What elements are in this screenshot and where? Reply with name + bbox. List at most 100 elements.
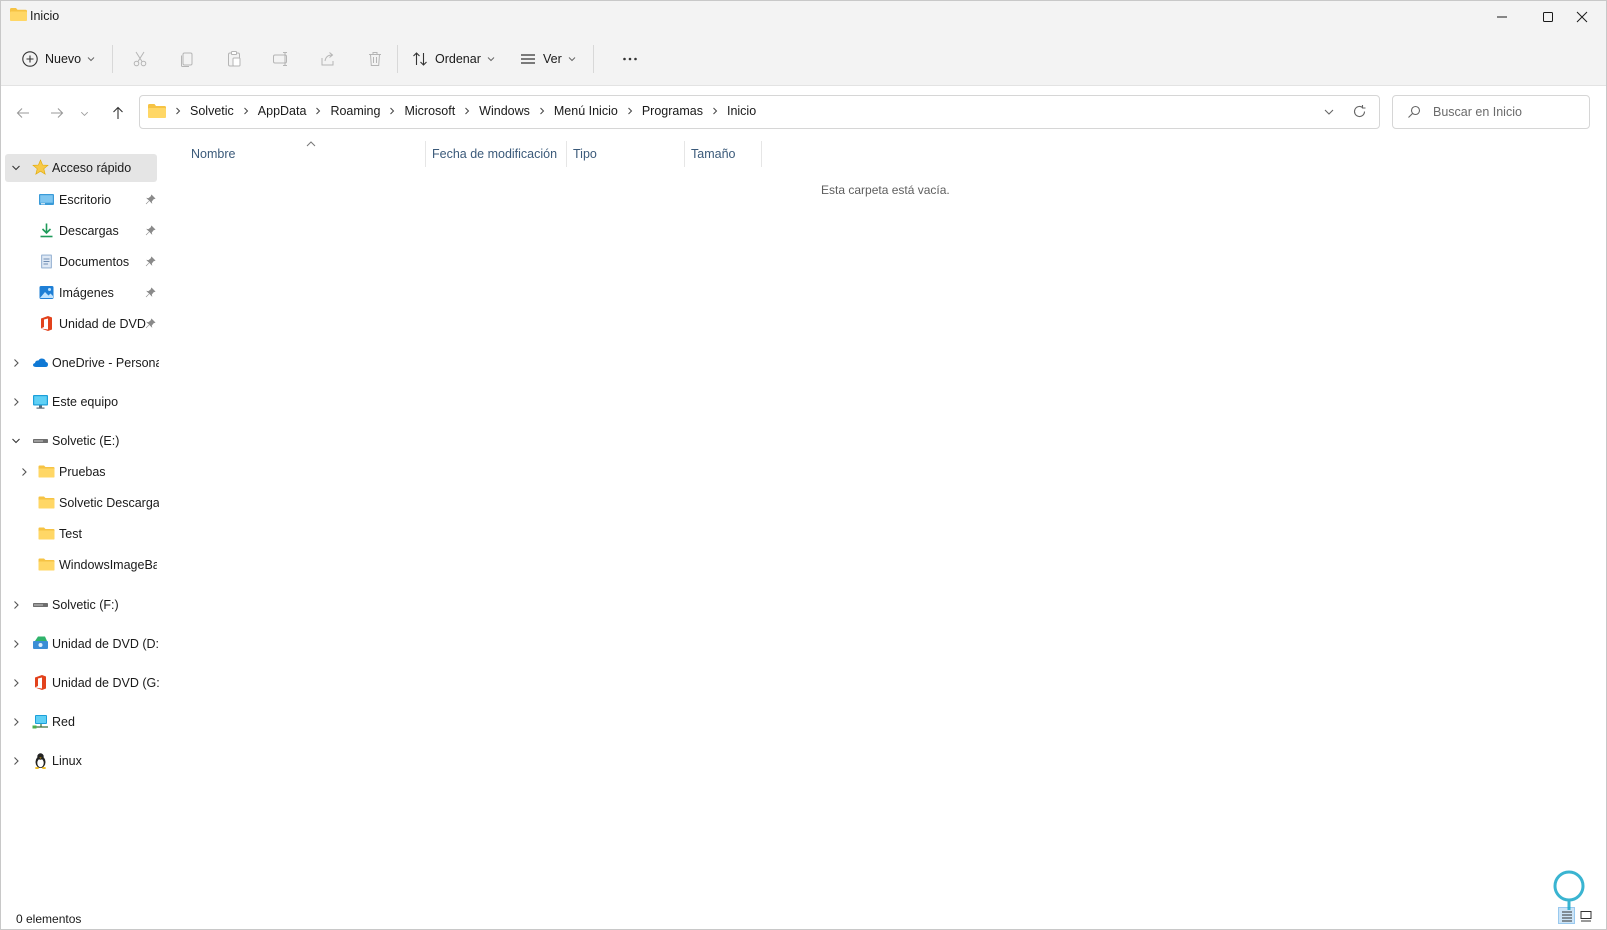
breadcrumb-item[interactable]: Windows <box>475 104 534 118</box>
nav-drive-e[interactable]: Solvetic (E:) <box>5 427 157 455</box>
back-button[interactable] <box>11 101 35 125</box>
nav-folder-pruebas[interactable]: Pruebas <box>5 458 157 486</box>
close-icon <box>1576 11 1588 23</box>
chevron-down-icon[interactable] <box>11 436 21 446</box>
chevron-down-icon <box>487 57 495 62</box>
pin-icon[interactable] <box>145 194 156 205</box>
column-divider[interactable] <box>761 141 762 167</box>
chevron-right-icon[interactable] <box>11 678 21 688</box>
paste-icon <box>228 51 241 67</box>
chevron-right-icon[interactable] <box>19 467 29 477</box>
column-header-name[interactable]: Nombre <box>185 141 425 167</box>
cut-icon <box>133 51 147 67</box>
pin-icon[interactable] <box>145 225 156 236</box>
chevron-right-icon[interactable] <box>11 756 21 766</box>
address-bar[interactable]: Solvetic AppData Roaming Microsoft Windo… <box>139 95 1380 129</box>
chevron-down-icon <box>568 57 576 62</box>
share-button[interactable] <box>317 48 339 70</box>
column-header-type[interactable]: Tipo <box>567 141 684 167</box>
folder-icon <box>38 465 55 478</box>
nav-folder-solvetic-descargas[interactable]: Solvetic Descargas <box>5 489 159 517</box>
refresh-icon[interactable] <box>1352 104 1367 119</box>
nav-network[interactable]: Red <box>5 708 157 736</box>
command-bar: Nuevo Ordenar Ver <box>1 33 1606 86</box>
breadcrumb-item[interactable]: Menú Inicio <box>550 104 622 118</box>
rename-button[interactable] <box>270 48 292 70</box>
arrow-right-icon <box>51 108 64 118</box>
column-header-size[interactable]: Tamaño <box>685 141 761 167</box>
nav-folder-windowsimagebackup[interactable]: WindowsImageBackup <box>5 551 157 579</box>
breadcrumb-item[interactable]: Programas <box>638 104 707 118</box>
minimize-button[interactable] <box>1479 1 1525 33</box>
nav-dvd-d[interactable]: Unidad de DVD (D:) <box>5 630 159 658</box>
nav-folder-test[interactable]: Test <box>5 520 157 548</box>
chevron-right-icon <box>627 107 633 115</box>
nav-onedrive[interactable]: OneDrive - Personal <box>5 349 159 377</box>
chevron-down-icon[interactable] <box>1323 106 1335 118</box>
pin-icon[interactable] <box>145 256 156 267</box>
nav-this-pc[interactable]: Este equipo <box>5 388 157 416</box>
nav-linux[interactable]: Linux <box>5 747 157 775</box>
chevron-right-icon <box>465 107 470 115</box>
breadcrumb-item[interactable]: Microsoft <box>400 104 459 118</box>
cut-button[interactable] <box>129 48 151 70</box>
nav-desktop[interactable]: Escritorio <box>5 186 157 214</box>
breadcrumb-item[interactable]: AppData <box>254 104 311 118</box>
nav-label: Unidad de DVD (G:) <box>52 676 159 690</box>
sort-button[interactable]: Ordenar <box>411 45 495 73</box>
toolbar-divider <box>112 45 113 73</box>
pin-icon[interactable] <box>145 287 156 298</box>
chevron-right-icon[interactable] <box>11 358 21 368</box>
nav-label: Solvetic Descargas <box>59 496 159 510</box>
navigation-pane: Acceso rápido Escritorio Descargas Docum… <box>1 141 159 881</box>
nav-label: OneDrive - Personal <box>52 356 159 370</box>
dvd-drive-icon <box>33 636 48 649</box>
chevron-right-icon[interactable] <box>11 717 21 727</box>
arrow-up-icon <box>113 106 123 119</box>
sort-icon <box>413 52 427 66</box>
view-list-icon <box>521 54 535 64</box>
chevron-right-icon <box>316 107 321 115</box>
nav-label: Solvetic (F:) <box>52 598 119 612</box>
copy-button[interactable] <box>176 48 198 70</box>
chevron-right-icon[interactable] <box>11 639 21 649</box>
sort-label: Ordenar <box>435 52 481 66</box>
nav-downloads[interactable]: Descargas <box>5 217 157 245</box>
nav-quick-access[interactable]: Acceso rápido <box>5 154 157 182</box>
up-button[interactable] <box>106 101 130 125</box>
title-bar: Inicio <box>1 1 1606 33</box>
breadcrumb-item[interactable]: Solvetic <box>186 104 238 118</box>
paste-button[interactable] <box>223 48 245 70</box>
nav-label: Imágenes <box>59 286 114 300</box>
chevron-right-icon[interactable] <box>11 600 21 610</box>
nav-dvd-quick[interactable]: Unidad de DVD <box>5 310 157 338</box>
new-button[interactable]: Nuevo <box>21 45 95 73</box>
window-title: Inicio <box>30 9 60 23</box>
office-dvd-icon <box>35 675 46 690</box>
pin-icon[interactable] <box>145 318 156 329</box>
column-header-row: Nombre Fecha de modificación Tipo Tamaño <box>185 141 785 167</box>
chevron-right-icon[interactable] <box>11 397 21 407</box>
toolbar-divider <box>593 45 594 73</box>
delete-button[interactable] <box>364 48 386 70</box>
close-button[interactable] <box>1559 1 1605 33</box>
nav-label: Solvetic (E:) <box>52 434 120 448</box>
search-box[interactable]: Buscar en Inicio <box>1392 95 1590 129</box>
more-options-button[interactable] <box>619 48 641 70</box>
nav-drive-f[interactable]: Solvetic (F:) <box>5 591 157 619</box>
nav-pictures[interactable]: Imágenes <box>5 279 157 307</box>
forward-button[interactable] <box>45 101 69 125</box>
documents-icon <box>41 254 52 269</box>
nav-documents[interactable]: Documentos <box>5 248 157 276</box>
add-circle-icon <box>22 51 38 67</box>
view-button[interactable]: Ver <box>519 45 576 73</box>
nav-dvd-g[interactable]: Unidad de DVD (G:) <box>5 669 159 697</box>
breadcrumb-item[interactable]: Roaming <box>326 104 384 118</box>
column-header-modified[interactable]: Fecha de modificación <box>426 141 566 167</box>
recent-locations-button[interactable] <box>77 101 91 125</box>
network-icon <box>32 715 48 729</box>
toolbar-divider <box>397 45 398 73</box>
new-label: Nuevo <box>45 52 82 66</box>
breadcrumb-item[interactable]: Inicio <box>723 104 760 118</box>
chevron-right-icon <box>390 107 395 115</box>
